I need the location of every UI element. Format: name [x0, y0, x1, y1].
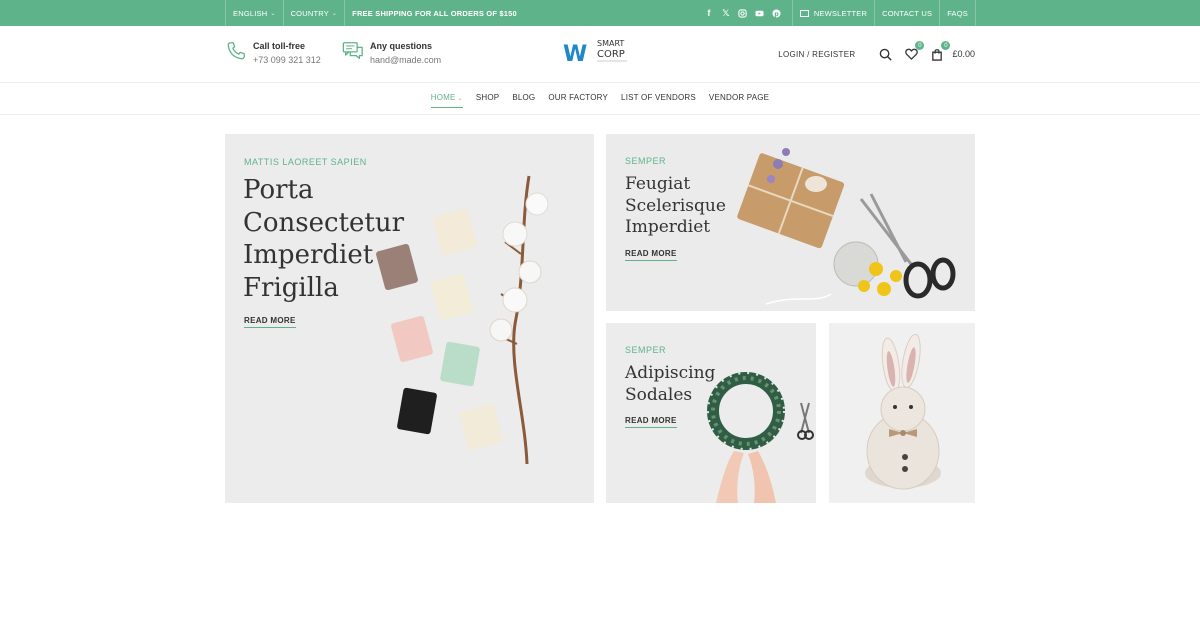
- chevron-down-icon: ⌄: [270, 10, 276, 17]
- nav-item-list-of-vendors[interactable]: LIST OF VENDORS: [621, 93, 696, 104]
- question-info: Any questions hand@made.com: [342, 40, 441, 67]
- logo-corp: CORP: [597, 49, 625, 60]
- pinterest-icon[interactable]: p: [772, 8, 782, 18]
- top-bar-inner: ENGLISH ⌄ COUNTRY ⌄ FREE SHIPPING FOR ALL …: [225, 0, 976, 26]
- phone-icon: [227, 42, 245, 60]
- cart-count-badge: 0: [941, 41, 951, 50]
- contact-link[interactable]: CONTACT US: [875, 0, 941, 26]
- top-bar: ENGLISH ⌄ COUNTRY ⌄ FREE SHIPPING FOR ALL …: [0, 0, 1200, 26]
- banner-top-right[interactable]: SEMPER Feugiat Scelerisque Imperdiet REA…: [606, 134, 975, 311]
- search-icon[interactable]: [877, 46, 893, 62]
- phone-label: Call toll-free: [253, 41, 306, 51]
- logo-smart: SMART: [597, 39, 624, 48]
- country-label: COUNTRY: [290, 8, 329, 18]
- wishlist-count-badge: 0: [915, 41, 925, 50]
- banner-bottom-left-title: Adipiscing Sodales: [625, 363, 715, 406]
- newsletter-label: NEWSLETTER: [813, 8, 868, 18]
- banner-top-right-title-line: Scelerisque: [625, 195, 726, 216]
- facebook-icon[interactable]: f: [704, 8, 714, 18]
- banner-bottom-left-kicker: SEMPER: [625, 345, 667, 355]
- phone-info: Call toll-free +73 099 321 312: [225, 40, 321, 67]
- language-label: ENGLISH: [233, 8, 268, 18]
- country-selector[interactable]: COUNTRY ⌄: [284, 0, 346, 26]
- cart-total[interactable]: £0.00: [952, 49, 975, 59]
- nav-item-blog[interactable]: BLOG: [512, 93, 535, 104]
- main-navigation: HOME ⌄ SHOP BLOG OUR FACTORY LIST OF VEND…: [0, 83, 1200, 115]
- banner-main-title-line: Consectetur: [243, 207, 405, 238]
- nav-item-home[interactable]: HOME ⌄: [430, 93, 463, 108]
- svg-text:p: p: [775, 10, 780, 17]
- x-icon[interactable]: 𝕏: [721, 8, 731, 18]
- header-actions: LOGIN / REGISTER 0 0 £0.00: [778, 41, 975, 63]
- phone-text: Call toll-free +73 099 321 312: [253, 40, 321, 67]
- banner-main-title-line: Imperdiet: [243, 240, 374, 270]
- chevron-down-icon: ⌄: [331, 10, 338, 17]
- banner-bottom-right[interactable]: [829, 323, 975, 503]
- banner-bottom-left[interactable]: SEMPER Adipiscing Sodales READ MORE: [606, 323, 816, 503]
- banner-main-read-more[interactable]: READ MORE: [244, 316, 296, 328]
- nav-item-shop[interactable]: SHOP: [476, 93, 499, 104]
- newsletter-link[interactable]: NEWSLETTER: [793, 0, 876, 26]
- social-links: f 𝕏 p: [694, 0, 793, 26]
- nav-item-our-factory[interactable]: OUR FACTORY: [548, 93, 608, 104]
- site-logo[interactable]: W SMART CORP: [562, 36, 640, 66]
- chevron-down-icon: ⌄: [457, 96, 463, 102]
- instagram-icon[interactable]: [738, 8, 748, 18]
- banner-top-right-title-line: Feugiat: [625, 174, 691, 194]
- mail-icon: [799, 9, 809, 17]
- banner-top-right-title-line: Imperdiet: [625, 217, 711, 237]
- banner-bottom-left-read-more[interactable]: READ MORE: [625, 416, 677, 428]
- banner-top-right-kicker: SEMPER: [625, 156, 667, 166]
- banner-main[interactable]: MATTIS LAOREET SAPIEN Porta Consectetur …: [225, 134, 594, 503]
- question-label: Any questions: [370, 41, 433, 51]
- email-link[interactable]: hand@made.com: [370, 54, 441, 67]
- banner-main-title-line: Porta: [243, 175, 314, 205]
- language-selector[interactable]: ENGLISH ⌄: [225, 0, 284, 26]
- cart-icon[interactable]: 0: [929, 41, 951, 62]
- faqs-link[interactable]: FAQS: [940, 0, 976, 26]
- nav-item-label: HOME: [430, 93, 456, 102]
- chat-icon: [342, 42, 363, 59]
- youtube-icon[interactable]: [755, 8, 765, 18]
- logo-w: W: [563, 42, 587, 66]
- site-header: Call toll-free +73 099 321 312 Any quest…: [0, 26, 1200, 83]
- bunny-toy-image: [865, 333, 941, 490]
- banner-bottom-left-title-line: Sodales: [625, 384, 693, 405]
- banner-main-title: Porta Consectetur Imperdiet Frigilla: [243, 174, 404, 304]
- banner-main-title-line: Frigilla: [243, 272, 339, 303]
- shipping-notice: FREE SHIPPING FOR ALL ORDERS OF $150: [352, 8, 517, 18]
- question-text: Any questions hand@made.com: [370, 40, 441, 67]
- banner-top-right-read-more[interactable]: READ MORE: [625, 249, 677, 261]
- nav-item-vendor-page[interactable]: VENDOR PAGE: [709, 93, 769, 104]
- wishlist-icon[interactable]: 0: [903, 41, 925, 62]
- banner-main-kicker: MATTIS LAOREET SAPIEN: [244, 157, 367, 167]
- banner-top-right-title: Feugiat Scelerisque Imperdiet: [625, 174, 726, 239]
- banner-bottom-left-title-line: Adipiscing: [625, 363, 716, 383]
- phone-number[interactable]: +73 099 321 312: [253, 54, 321, 67]
- login-register-link[interactable]: LOGIN / REGISTER: [778, 50, 855, 59]
